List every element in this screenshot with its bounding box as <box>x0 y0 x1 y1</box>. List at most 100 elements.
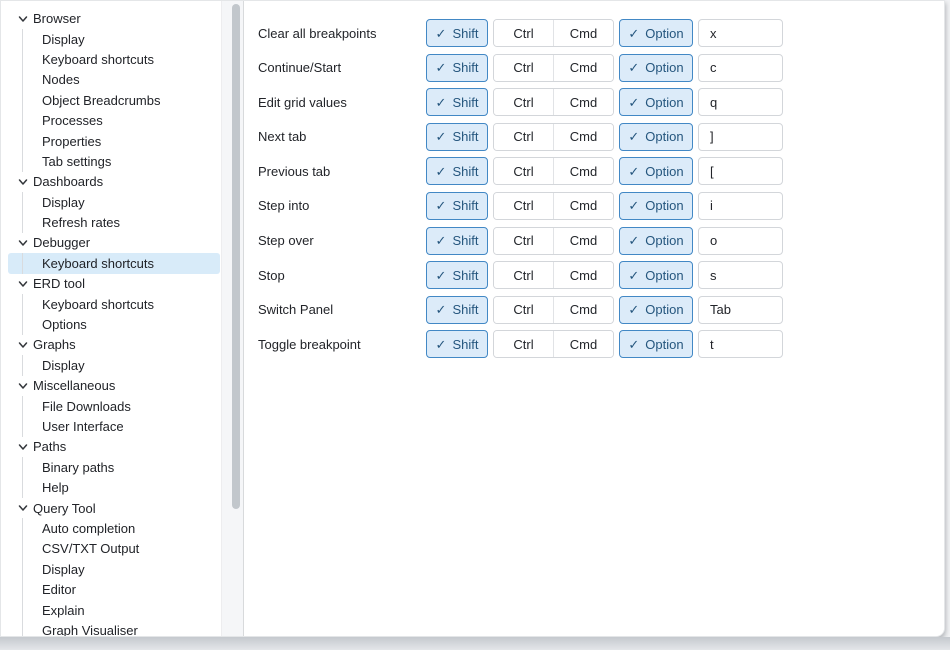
shortcut-key-input[interactable] <box>698 54 783 82</box>
tree-leaf-label: Keyboard shortcuts <box>42 297 154 312</box>
tree-leaf[interactable]: Refresh rates <box>8 212 220 232</box>
cmd-toggle-button[interactable]: Cmd <box>554 20 613 46</box>
option-toggle-button[interactable]: ✓ Option <box>619 88 693 116</box>
cmd-toggle-button[interactable]: Cmd <box>554 228 613 254</box>
cmd-toggle-button[interactable]: Cmd <box>554 262 613 288</box>
tree-children-group: Binary paths Help <box>8 457 220 498</box>
shift-toggle-button[interactable]: ✓ Shift <box>426 88 488 116</box>
chevron-down-icon <box>18 340 28 350</box>
tree-children-group: Display <box>8 355 220 375</box>
tree-node[interactable]: Query Tool <box>8 498 220 518</box>
cmd-toggle-label: Cmd <box>570 198 597 213</box>
tree-leaf[interactable]: Auto completion <box>8 518 220 538</box>
tree-leaf[interactable]: Display <box>8 192 220 212</box>
cmd-toggle-button[interactable]: Cmd <box>554 297 613 323</box>
tree-leaf[interactable]: Display <box>8 29 220 49</box>
shift-toggle-button[interactable]: ✓ Shift <box>426 123 488 151</box>
tree-leaf-label: File Downloads <box>42 399 131 414</box>
ctrl-toggle-button[interactable]: Ctrl <box>494 297 554 323</box>
tree-leaf[interactable]: Display <box>8 559 220 579</box>
tree-leaf[interactable]: Editor <box>8 579 220 599</box>
tree-leaf[interactable]: Keyboard shortcuts <box>8 49 220 69</box>
sidebar-scrollbar-thumb[interactable] <box>232 4 240 509</box>
ctrl-toggle-button[interactable]: Ctrl <box>494 262 554 288</box>
shift-toggle-button[interactable]: ✓ Shift <box>426 192 488 220</box>
dialog-bottom-shadow <box>0 637 950 650</box>
shift-toggle-button[interactable]: ✓ Shift <box>426 157 488 185</box>
ctrl-toggle-button[interactable]: Ctrl <box>494 158 554 184</box>
option-toggle-button[interactable]: ✓ Option <box>619 157 693 185</box>
ctrl-toggle-button[interactable]: Ctrl <box>494 124 554 150</box>
shortcut-key-input[interactable] <box>698 227 783 255</box>
ctrl-toggle-button[interactable]: Ctrl <box>494 331 554 357</box>
tree-node[interactable]: ERD tool <box>8 274 220 294</box>
check-icon: ✓ <box>628 61 639 74</box>
tree-leaf[interactable]: Keyboard shortcuts <box>8 253 220 273</box>
tree-node[interactable]: Dashboards <box>8 172 220 192</box>
cmd-toggle-button[interactable]: Cmd <box>554 55 613 81</box>
option-toggle-button[interactable]: ✓ Option <box>619 227 693 255</box>
option-toggle-button[interactable]: ✓ Option <box>619 261 693 289</box>
shift-toggle-button[interactable]: ✓ Shift <box>426 296 488 324</box>
cmd-toggle-button[interactable]: Cmd <box>554 193 613 219</box>
cmd-toggle-button[interactable]: Cmd <box>554 124 613 150</box>
check-icon: ✓ <box>436 234 447 247</box>
shift-toggle-button[interactable]: ✓ Shift <box>426 54 488 82</box>
shift-toggle-button[interactable]: ✓ Shift <box>426 227 488 255</box>
shortcut-key-input[interactable] <box>698 192 783 220</box>
tree-leaf-label: Auto completion <box>42 521 135 536</box>
ctrl-cmd-button-group: Ctrl Cmd <box>493 88 614 116</box>
shift-toggle-button[interactable]: ✓ Shift <box>426 330 488 358</box>
tree-leaf[interactable]: Nodes <box>8 70 220 90</box>
ctrl-toggle-button[interactable]: Ctrl <box>494 20 554 46</box>
shortcut-key-input[interactable] <box>698 88 783 116</box>
tree-leaf[interactable]: Explain <box>8 600 220 620</box>
cmd-toggle-button[interactable]: Cmd <box>554 89 613 115</box>
tree-leaf[interactable]: Options <box>8 314 220 334</box>
cmd-toggle-button[interactable]: Cmd <box>554 331 613 357</box>
tree-leaf[interactable]: Display <box>8 355 220 375</box>
tree-leaf[interactable]: User Interface <box>8 416 220 436</box>
tree-node[interactable]: Miscellaneous <box>8 376 220 396</box>
tree-node[interactable]: Debugger <box>8 233 220 253</box>
cmd-toggle-button[interactable]: Cmd <box>554 158 613 184</box>
shortcut-row: Next tab ✓ Shift Ctrl Cmd ✓ Option <box>258 123 944 151</box>
shortcut-key-input[interactable] <box>698 296 783 324</box>
shortcut-key-input[interactable] <box>698 19 783 47</box>
tree-node[interactable]: Browser <box>8 9 220 29</box>
tree-leaf-label: CSV/TXT Output <box>42 541 139 556</box>
sidebar-scrollbar-track[interactable] <box>221 1 244 636</box>
shortcut-key-input[interactable] <box>698 330 783 358</box>
shortcut-key-input[interactable] <box>698 261 783 289</box>
tree-leaf[interactable]: Graph Visualiser <box>8 620 220 636</box>
shift-toggle-button[interactable]: ✓ Shift <box>426 19 488 47</box>
option-toggle-button[interactable]: ✓ Option <box>619 296 693 324</box>
tree-leaf[interactable]: Properties <box>8 131 220 151</box>
check-icon: ✓ <box>628 303 639 316</box>
shortcut-label: Edit grid values <box>258 95 426 110</box>
option-toggle-button[interactable]: ✓ Option <box>619 19 693 47</box>
tree-leaf[interactable]: Processes <box>8 110 220 130</box>
option-toggle-button[interactable]: ✓ Option <box>619 330 693 358</box>
tree-leaf[interactable]: Help <box>8 477 220 497</box>
shortcut-key-input[interactable] <box>698 123 783 151</box>
ctrl-toggle-button[interactable]: Ctrl <box>494 89 554 115</box>
tree-leaf[interactable]: Tab settings <box>8 151 220 171</box>
tree-node[interactable]: Paths <box>8 437 220 457</box>
shortcut-key-input[interactable] <box>698 157 783 185</box>
ctrl-toggle-button[interactable]: Ctrl <box>494 228 554 254</box>
tree-node[interactable]: Graphs <box>8 335 220 355</box>
ctrl-toggle-button[interactable]: Ctrl <box>494 55 554 81</box>
ctrl-toggle-button[interactable]: Ctrl <box>494 193 554 219</box>
option-toggle-button[interactable]: ✓ Option <box>619 123 693 151</box>
shift-toggle-button[interactable]: ✓ Shift <box>426 261 488 289</box>
tree-leaf[interactable]: File Downloads <box>8 396 220 416</box>
option-toggle-button[interactable]: ✓ Option <box>619 54 693 82</box>
tree-leaf[interactable]: Object Breadcrumbs <box>8 90 220 110</box>
shortcut-row: Continue/Start ✓ Shift Ctrl Cmd ✓ Option <box>258 54 944 82</box>
tree-leaf[interactable]: Binary paths <box>8 457 220 477</box>
option-toggle-label: Option <box>645 95 683 110</box>
tree-leaf[interactable]: Keyboard shortcuts <box>8 294 220 314</box>
option-toggle-button[interactable]: ✓ Option <box>619 192 693 220</box>
tree-leaf[interactable]: CSV/TXT Output <box>8 539 220 559</box>
